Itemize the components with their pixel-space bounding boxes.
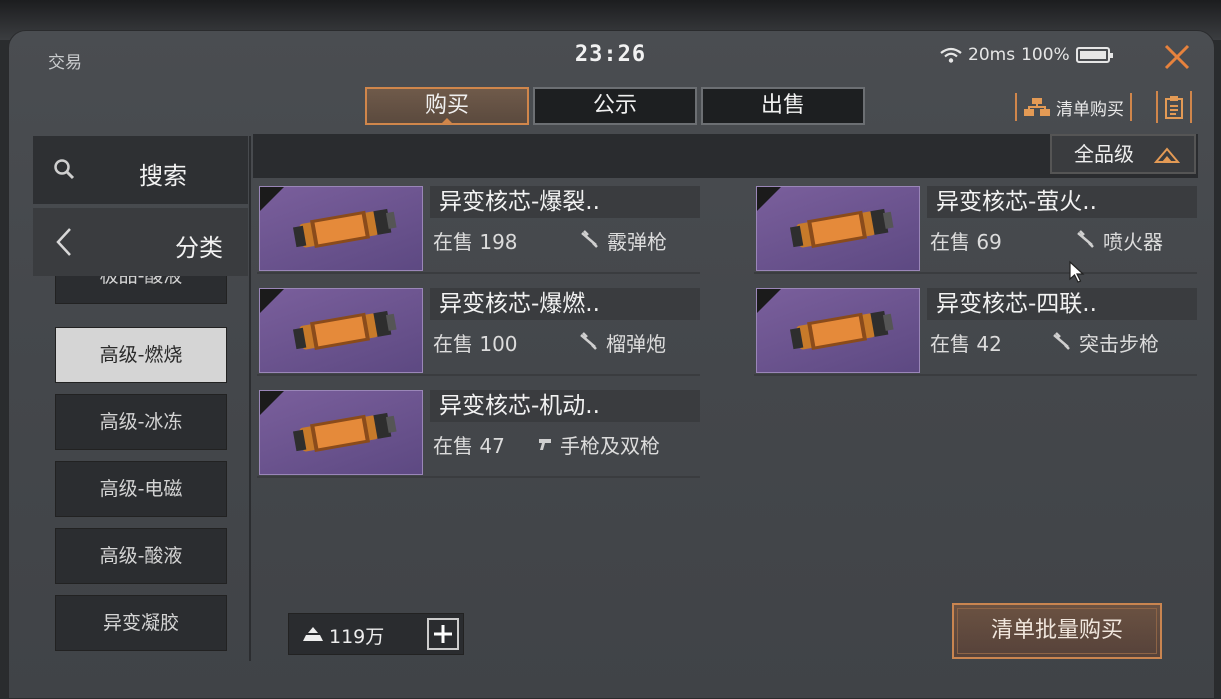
item-weapon: 榴弹炮 — [606, 332, 666, 356]
item-weapon: 喷火器 — [1103, 230, 1163, 254]
close-icon — [1164, 44, 1190, 70]
weapon-icon — [539, 439, 551, 450]
category-item[interactable]: 高级-冰冻 — [55, 394, 227, 450]
item-thumbnail — [259, 186, 423, 271]
tab-buy[interactable]: 购买 — [365, 87, 529, 125]
item-card[interactable]: 异变核芯-机动.. 在售 47 手枪及双枪 — [257, 388, 700, 479]
item-stock: 在售 100 — [433, 332, 518, 356]
item-weapon: 手枪及双枪 — [560, 434, 660, 458]
category-list: 极品-酸液 高级-燃烧 高级-冰冻 高级-电磁 高级-酸液 异变凝胶 — [55, 276, 227, 662]
category-label: 分类 — [175, 234, 223, 262]
sidebar-divider — [249, 136, 251, 661]
category-item[interactable]: 高级-电磁 — [55, 461, 227, 517]
item-stock: 在售 198 — [433, 230, 518, 254]
grade-filter-label: 全品级 — [1074, 142, 1134, 166]
item-thumbnail — [756, 288, 920, 373]
item-name: 异变核芯-四联.. — [936, 291, 1097, 317]
core-canister-icon — [292, 412, 397, 452]
item-card[interactable]: 异变核芯-萤火.. 在售 69 喷火器 — [754, 184, 1197, 275]
battery-icon — [1075, 47, 1113, 63]
battery-level: 100% — [1021, 45, 1070, 65]
network-latency: 20ms — [968, 45, 1016, 65]
core-canister-icon — [292, 208, 397, 248]
clipboard-button[interactable] — [1156, 91, 1192, 123]
hierarchy-icon — [1024, 98, 1050, 116]
close-button[interactable] — [1160, 40, 1194, 74]
currency-balance: 119万 — [288, 613, 464, 655]
plus-icon — [434, 625, 452, 643]
weapon-icon — [1053, 332, 1070, 350]
list-buy-button[interactable]: 清单购买 — [1015, 93, 1132, 121]
search-button[interactable]: 搜索 — [33, 136, 248, 204]
item-thumbnail — [259, 390, 423, 475]
status-bar: 20ms 100% — [940, 45, 1113, 65]
wifi-icon — [940, 47, 962, 63]
currency-icon — [303, 627, 323, 641]
weapon-icon — [580, 332, 597, 350]
mouse-cursor-icon — [1069, 260, 1085, 283]
category-toggle[interactable]: 分类 — [33, 208, 248, 276]
search-icon — [54, 159, 75, 180]
item-stock: 在售 47 — [433, 434, 505, 458]
item-weapon: 霰弹枪 — [607, 230, 667, 254]
item-stock: 在售 69 — [930, 230, 1002, 254]
tab-sell[interactable]: 出售 — [701, 87, 865, 125]
tab-bar: 购买 公示 出售 — [365, 87, 865, 125]
core-canister-icon — [789, 310, 894, 350]
core-canister-icon — [292, 310, 397, 350]
tab-announce[interactable]: 公示 — [533, 87, 697, 125]
item-weapon: 突击步枪 — [1079, 332, 1159, 356]
item-card[interactable]: 异变核芯-爆裂.. 在售 198 霰弹枪 — [257, 184, 700, 275]
item-card[interactable]: 异变核芯-爆燃.. 在售 100 榴弹炮 — [257, 286, 700, 377]
category-item[interactable]: 异变凝胶 — [55, 595, 227, 651]
grade-filter-button[interactable]: 全品级 — [1050, 134, 1196, 174]
chevron-up-icon — [1154, 147, 1180, 163]
item-name: 异变核芯-萤火.. — [936, 189, 1097, 215]
weapon-icon — [581, 230, 598, 248]
item-name: 异变核芯-爆燃.. — [439, 291, 600, 317]
currency-amount: 119万 — [329, 626, 385, 648]
search-label: 搜索 — [139, 162, 187, 190]
add-currency-button[interactable] — [427, 618, 459, 650]
item-name: 异变核芯-机动.. — [439, 393, 600, 419]
list-buy-label: 清单购买 — [1056, 99, 1124, 120]
core-canister-icon — [789, 208, 894, 248]
item-thumbnail — [756, 186, 920, 271]
weapon-icon — [1077, 230, 1094, 248]
bulk-buy-button[interactable]: 清单批量购买 — [952, 603, 1162, 659]
category-item[interactable]: 高级-酸液 — [55, 528, 227, 584]
category-item[interactable]: 极品-酸液 — [55, 276, 227, 304]
chevron-left-icon — [56, 228, 71, 256]
item-stock: 在售 42 — [930, 332, 1002, 356]
item-card[interactable]: 异变核芯-四联.. 在售 42 突击步枪 — [754, 286, 1197, 377]
category-item[interactable]: 高级-燃烧 — [55, 327, 227, 383]
item-thumbnail — [259, 288, 423, 373]
item-name: 异变核芯-爆裂.. — [439, 189, 600, 215]
clipboard-icon — [1165, 96, 1183, 119]
